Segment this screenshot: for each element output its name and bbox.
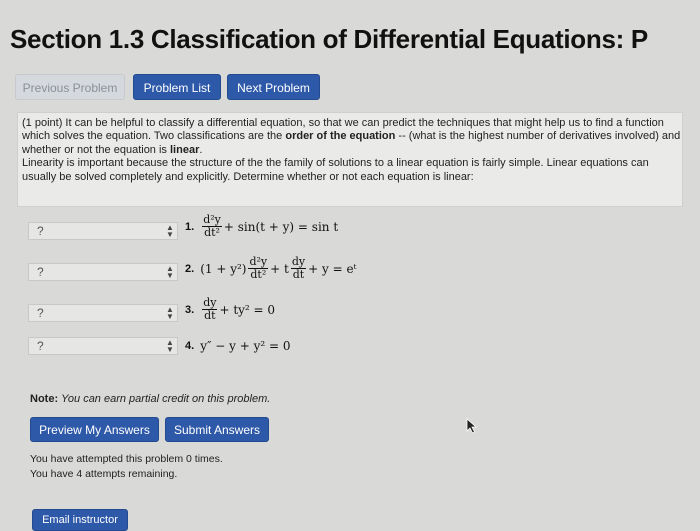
equation-number: 1. [185,220,195,233]
selected-value: ? [37,224,44,238]
selected-value: ? [37,306,44,320]
submit-answers-button[interactable]: Submit Answers [165,417,269,442]
period: . [199,143,203,156]
fraction-d2y-dt2: d²y dt² [248,255,269,281]
linearity-text: Linearity is important because the struc… [22,157,649,183]
order-term: order of the equation [285,130,396,143]
equation-4: 4. y″ − y + y² = 0 [185,339,291,353]
answer-select-1[interactable]: ? ▲ ▼ [28,222,178,240]
answer-select-2[interactable]: ? ▲ ▼ [28,263,178,281]
mouse-cursor-icon [466,418,478,434]
problem-list-button[interactable]: Problem List [133,74,221,100]
equation-number: 2. [185,262,195,275]
equation-rest: + sin(t + y) = sin t [223,219,339,234]
equation-3: 3. dy dt + ty² = 0 [185,297,275,322]
email-instructor-button[interactable]: Email instructor [32,509,128,531]
previous-problem-button[interactable]: Previous Problem [15,74,125,100]
partial-credit-note: Note: You can earn partial credit on thi… [30,393,270,405]
page-title: Section 1.3 Classification of Differenti… [10,24,648,54]
problem-statement: (1 point) It can be helpful to classify … [22,117,682,184]
note-label: Note: [30,393,59,405]
equation-mid: + t [270,261,289,276]
attempted-status: You have attempted this problem 0 times. [30,453,223,465]
fraction-dy-dt: dy dt [290,255,307,281]
selected-value: ? [37,339,44,353]
select-arrows-icon: ▲ ▼ [166,223,174,239]
note-text: You can earn partial credit on this prob… [61,393,271,405]
preview-answers-button[interactable]: Preview My Answers [30,417,159,442]
selected-value: ? [37,265,44,279]
remaining-status: You have 4 attempts remaining. [30,468,178,480]
next-problem-button[interactable]: Next Problem [227,74,320,100]
fraction-d2y-dt2: d²y dt² [202,213,222,239]
fraction-dy-dt: dy dt [202,296,218,322]
linear-term: linear [170,143,200,156]
equation-1: 1. d²y dt² + sin(t + y) = sin t [185,214,338,239]
equation-lead: (1 + y²) [200,261,247,276]
equation-rest: + y = eᵗ [308,261,357,276]
answer-select-3[interactable]: ? ▲ ▼ [28,304,178,322]
equation-text: y″ − y + y² = 0 [200,339,291,353]
equation-number: 4. [185,340,195,352]
equation-2: 2. (1 + y²) d²y dt² + t dy dt + y = eᵗ [185,256,357,281]
equation-number: 3. [185,303,195,316]
points-label: (1 point) [22,117,63,129]
select-arrows-icon: ▲ ▼ [166,264,174,280]
equation-rest: + ty² = 0 [219,302,276,317]
select-arrows-icon: ▲ ▼ [166,338,174,354]
answer-select-4[interactable]: ? ▲ ▼ [28,337,178,355]
select-arrows-icon: ▲ ▼ [166,305,174,321]
